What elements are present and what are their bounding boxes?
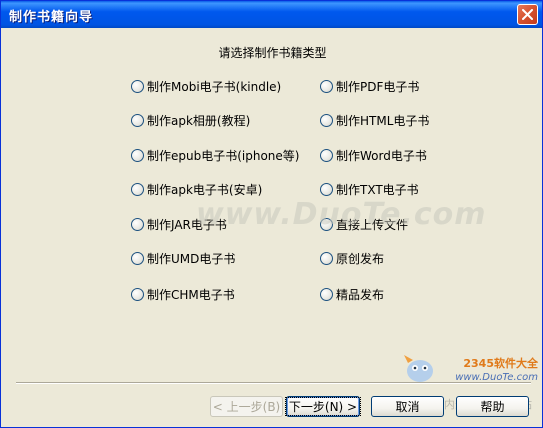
option-label: 制作JAR电子书 <box>147 217 227 232</box>
option-apk-ebook[interactable]: 制作apk电子书(安卓) <box>131 181 262 197</box>
radio-button-icon[interactable] <box>320 79 333 93</box>
radio-button-icon[interactable] <box>131 113 144 127</box>
mascot-icon <box>404 355 433 382</box>
option-original-publish[interactable]: 原创发布 <box>320 250 384 266</box>
option-label: 制作apk电子书(安卓) <box>147 182 263 197</box>
option-label: 制作Mobi电子书(kindle) <box>147 79 282 94</box>
radio-button-icon[interactable] <box>320 113 333 127</box>
radio-button-icon[interactable] <box>320 287 333 301</box>
radio-button-icon[interactable] <box>320 217 333 231</box>
radio-button-icon[interactable] <box>131 217 144 231</box>
option-label: 制作UMD电子书 <box>147 251 236 266</box>
option-mobi[interactable]: 制作Mobi电子书(kindle) <box>131 78 281 94</box>
option-apk-album[interactable]: 制作apk相册(教程) <box>131 112 250 128</box>
option-label: 制作CHM电子书 <box>147 287 235 302</box>
next-button[interactable]: 下一步(N) > <box>284 396 362 417</box>
window-title: 制作书籍向导 <box>9 10 94 25</box>
close-button[interactable] <box>517 4 538 25</box>
back-button[interactable]: < 上一步(B) <box>210 396 283 417</box>
next-button-label: 下一步(N) > <box>284 397 362 416</box>
help-button[interactable]: 帮助 <box>456 396 529 417</box>
option-jar[interactable]: 制作JAR电子书 <box>131 216 227 232</box>
button-separator <box>16 382 531 384</box>
option-upload-file[interactable]: 直接上传文件 <box>320 216 408 232</box>
option-label: 直接上传文件 <box>336 217 409 232</box>
radio-button-icon[interactable] <box>131 182 144 196</box>
radio-button-icon[interactable] <box>320 251 333 265</box>
cancel-button[interactable]: 取消 <box>371 396 444 417</box>
close-icon <box>522 9 533 20</box>
instruction-heading: 请选择制作书籍类型 <box>218 46 327 60</box>
corner-brand: 2345软件大全 <box>463 357 538 370</box>
option-label: 制作TXT电子书 <box>336 182 419 197</box>
option-label: 制作HTML电子书 <box>336 113 430 128</box>
option-label: 原创发布 <box>336 251 385 266</box>
option-pdf[interactable]: 制作PDF电子书 <box>320 78 419 94</box>
radio-button-icon[interactable] <box>131 148 144 162</box>
option-html[interactable]: 制作HTML电子书 <box>320 112 429 128</box>
option-txt[interactable]: 制作TXT电子书 <box>320 181 419 197</box>
radio-button-icon[interactable] <box>131 287 144 301</box>
option-label: 制作Word电子书 <box>336 148 427 163</box>
option-premium-publish[interactable]: 精品发布 <box>320 286 384 302</box>
title-bar[interactable]: 制作书籍向导 <box>1 1 542 28</box>
option-label: 制作epub电子书(iphone等) <box>147 148 300 163</box>
option-label: 制作apk相册(教程) <box>147 113 251 128</box>
option-chm[interactable]: 制作CHM电子书 <box>131 286 235 302</box>
option-umd[interactable]: 制作UMD电子书 <box>131 250 235 266</box>
option-word[interactable]: 制作Word电子书 <box>320 147 427 163</box>
radio-button-icon[interactable] <box>320 148 333 162</box>
wizard-dialog: 制作书籍向导 请选择制作书籍类型 制作Mobi电子书(kindle) 制作apk… <box>0 0 543 428</box>
radio-button-icon[interactable] <box>320 182 333 196</box>
option-label: 精品发布 <box>336 287 385 302</box>
option-label: 制作PDF电子书 <box>336 79 420 94</box>
radio-button-icon[interactable] <box>131 251 144 265</box>
option-epub[interactable]: 制作epub电子书(iphone等) <box>131 147 299 163</box>
radio-button-icon[interactable] <box>131 79 144 93</box>
